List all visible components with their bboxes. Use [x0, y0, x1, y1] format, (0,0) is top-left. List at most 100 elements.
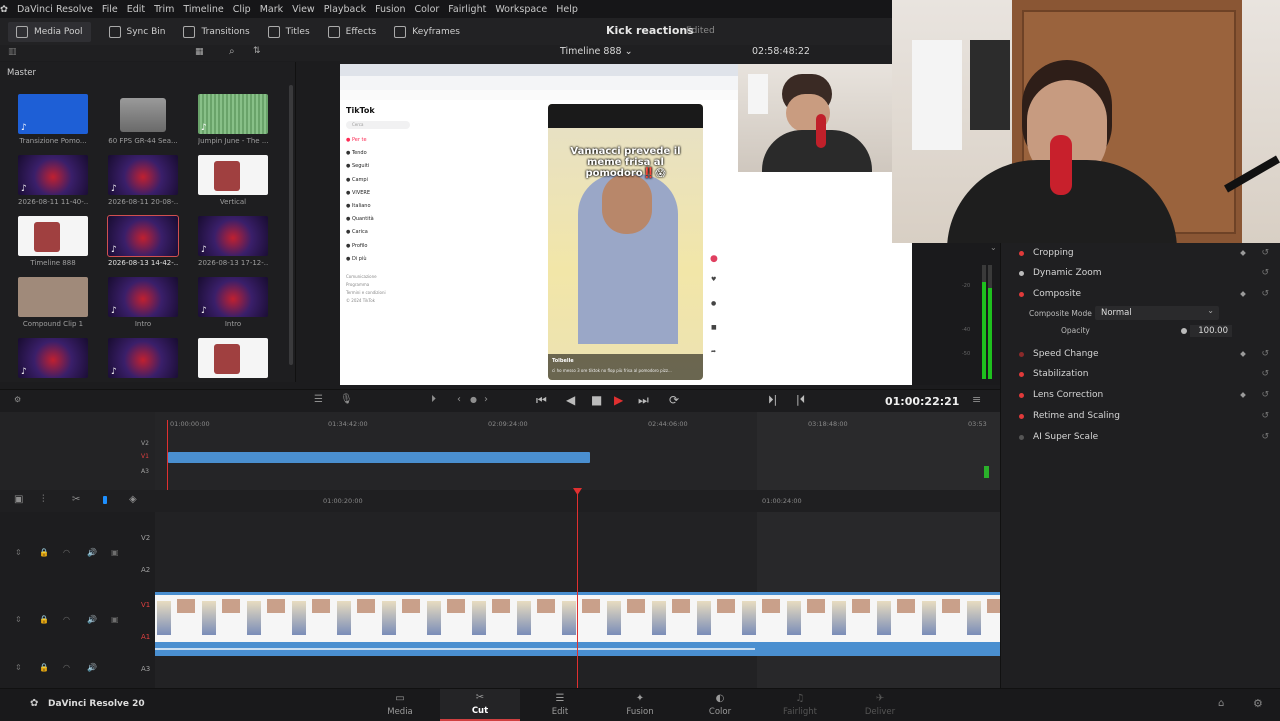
media-pool-clip[interactable]: Timeline 888 — [18, 216, 88, 267]
next-marker-icon[interactable]: › — [484, 394, 488, 405]
menu-item-timeline[interactable]: Timeline — [183, 4, 223, 15]
mini-playhead[interactable] — [167, 420, 168, 490]
stop-icon[interactable]: ■ — [591, 393, 602, 407]
play-around-icon[interactable]: ⏵ — [431, 394, 436, 405]
cut-icon[interactable]: ✂ — [72, 494, 80, 505]
menu-item-help[interactable]: Help — [556, 4, 578, 15]
enable-toggle-icon[interactable] — [1019, 291, 1024, 297]
inspector-section-speed-change[interactable]: Speed Change ↺ — [1001, 344, 1280, 364]
tiktok-nav-item[interactable]: ● Campi — [346, 177, 368, 183]
snap-icon[interactable] — [103, 496, 107, 504]
page-tab-fusion[interactable]: ✦ Fusion — [600, 689, 680, 721]
tiktok-footer-link[interactable]: Termini e condizioni — [346, 290, 386, 295]
menu-item-fusion[interactable]: Fusion — [375, 4, 405, 15]
opacity-field[interactable]: 100.00 — [1190, 325, 1232, 337]
reset-icon[interactable]: ↺ — [1261, 369, 1269, 379]
speaker-icon[interactable]: 🔊 — [87, 663, 97, 672]
keyframe-icon[interactable] — [1240, 250, 1246, 256]
inspector-section-composite[interactable]: Composite ↺ — [1001, 284, 1280, 304]
tiktok-nav-item[interactable]: ● VIVERE — [346, 190, 370, 196]
media-pool-clip[interactable]: ♪ 2026-08-13 17-12-... — [198, 216, 268, 267]
media-pool-clip[interactable]: 60 FPS GR-44 Sea... — [108, 94, 178, 145]
track-move-icon[interactable]: ⇕ — [15, 663, 22, 672]
menu-item-mark[interactable]: Mark — [260, 4, 283, 15]
track-move-icon[interactable]: ⇕ — [15, 615, 22, 624]
tiktok-nav-item[interactable]: ● Italiano — [346, 203, 371, 209]
settings-icon[interactable]: ⚙ — [1253, 697, 1263, 710]
home-icon[interactable]: ⌂ — [1218, 698, 1224, 709]
speaker-icon[interactable]: 🔊 — [87, 615, 97, 624]
film-icon[interactable]: ▣ — [111, 548, 119, 557]
menu-item-workspace[interactable]: Workspace — [495, 4, 547, 15]
headphones-icon[interactable]: ◠ — [63, 663, 70, 672]
enable-toggle-icon[interactable] — [1019, 270, 1024, 276]
marker-icon[interactable]: ● — [470, 395, 477, 404]
opacity-slider-handle[interactable] — [1181, 328, 1187, 334]
enable-toggle-icon[interactable] — [1019, 371, 1024, 377]
titles-button[interactable]: Titles — [267, 25, 310, 38]
enable-toggle-icon[interactable] — [1019, 250, 1024, 256]
enable-toggle-icon[interactable] — [1019, 413, 1024, 419]
adjust-icon[interactable]: ☰ — [314, 394, 323, 405]
page-tab-edit[interactable]: ☰ Edit — [520, 689, 600, 721]
enable-toggle-icon[interactable] — [1019, 392, 1024, 398]
play-icon[interactable]: ▶ — [614, 393, 623, 407]
enable-toggle-icon[interactable] — [1019, 351, 1024, 357]
heart-icon[interactable]: ♥ — [711, 276, 716, 283]
menu-item-clip[interactable]: Clip — [233, 4, 251, 15]
tiktok-nav-item[interactable]: ● Seguiti — [346, 163, 369, 169]
prev-edit-icon[interactable]: |⏴ — [796, 393, 805, 407]
tiktok-nav-item[interactable]: ● Per te — [346, 137, 367, 143]
next-edit-icon[interactable]: ⏵| — [768, 393, 777, 407]
reset-icon[interactable]: ↺ — [1261, 349, 1269, 359]
menu-item-view[interactable]: View — [292, 4, 315, 15]
headphones-icon[interactable]: ◠ — [63, 615, 70, 624]
reverse-icon[interactable]: ◀ — [566, 393, 575, 407]
media-pool-clip[interactable]: ♪ 2026-08-11 11-40-... — [18, 155, 88, 206]
transitions-button[interactable]: Transitions — [183, 25, 250, 38]
sliders-icon[interactable]: ⚙ — [14, 395, 21, 404]
panel-toggle-icon[interactable]: ▥ — [8, 47, 17, 57]
page-tab-fairlight[interactable]: ♫ Fairlight — [760, 689, 840, 721]
keyframe-icon[interactable] — [1240, 351, 1246, 357]
tiktok-footer-link[interactable]: Comunicazione — [346, 274, 377, 279]
lock-icon[interactable]: 🔒 — [39, 663, 49, 672]
mini-clip[interactable] — [168, 452, 590, 463]
loop-icon[interactable]: ⟳ — [669, 393, 679, 407]
media-pool-scrollbar[interactable] — [289, 85, 293, 365]
composite-mode-select[interactable]: Normal ⌄ — [1095, 306, 1219, 320]
tiktok-nav-item[interactable]: ● Di più — [346, 256, 367, 262]
bookmark-icon[interactable]: ■ — [711, 324, 717, 331]
lock-icon[interactable]: 🔒 — [39, 615, 49, 624]
comment-icon[interactable]: ● — [711, 300, 716, 307]
inspector-section-retime-and-scaling[interactable]: Retime and Scaling ↺ — [1001, 406, 1280, 426]
lower-playhead[interactable] — [577, 490, 578, 688]
media-pool-clip[interactable]: ♪ Transizione Pomo... — [18, 94, 88, 145]
media-pool-clip[interactable]: ♪ — [108, 338, 178, 381]
menu-item-file[interactable]: File — [102, 4, 118, 15]
sort-icon[interactable]: ⇅ — [253, 46, 261, 56]
media-pool-clip[interactable]: ♪ — [18, 338, 88, 381]
chevron-down-icon[interactable]: ⌄ — [990, 243, 997, 252]
track-move-icon[interactable]: ⇕ — [15, 548, 22, 557]
headphones-icon[interactable]: ◠ — [63, 548, 70, 557]
avatar[interactable]: ● — [710, 254, 718, 264]
media-pool-clip[interactable]: ♪ Intro — [198, 277, 268, 328]
keyframes-button[interactable]: Keyframes — [394, 25, 460, 38]
go-to-end-icon[interactable]: ⏭ — [638, 393, 649, 408]
tiktok-footer-link[interactable]: © 2024 TikTok — [346, 298, 375, 303]
tiktok-nav-item[interactable]: ● Profilo — [346, 243, 367, 249]
menu-item-color[interactable]: Color — [414, 4, 439, 15]
menu-item-edit[interactable]: Edit — [127, 4, 145, 15]
media-pool-clip[interactable]: ♪ 2026-08-13 14-42-... — [107, 215, 179, 267]
page-tab-cut[interactable]: ✂ Cut — [440, 689, 520, 721]
media-pool-clip[interactable]: ♪ Jumpin June - The ... — [198, 94, 268, 145]
reset-icon[interactable]: ↺ — [1261, 411, 1269, 421]
timeline-selector[interactable]: Timeline 888 ⌄ — [560, 46, 633, 57]
page-tab-color[interactable]: ◐ Color — [680, 689, 760, 721]
tiktok-nav-item[interactable]: ● Carica — [346, 229, 368, 235]
tiktok-nav-item[interactable]: ● Tendo — [346, 150, 367, 156]
reset-icon[interactable]: ↺ — [1261, 432, 1269, 442]
media-pool-clip[interactable]: Compound Clip 1 — [18, 277, 88, 328]
prev-marker-icon[interactable]: ‹ — [457, 394, 461, 405]
